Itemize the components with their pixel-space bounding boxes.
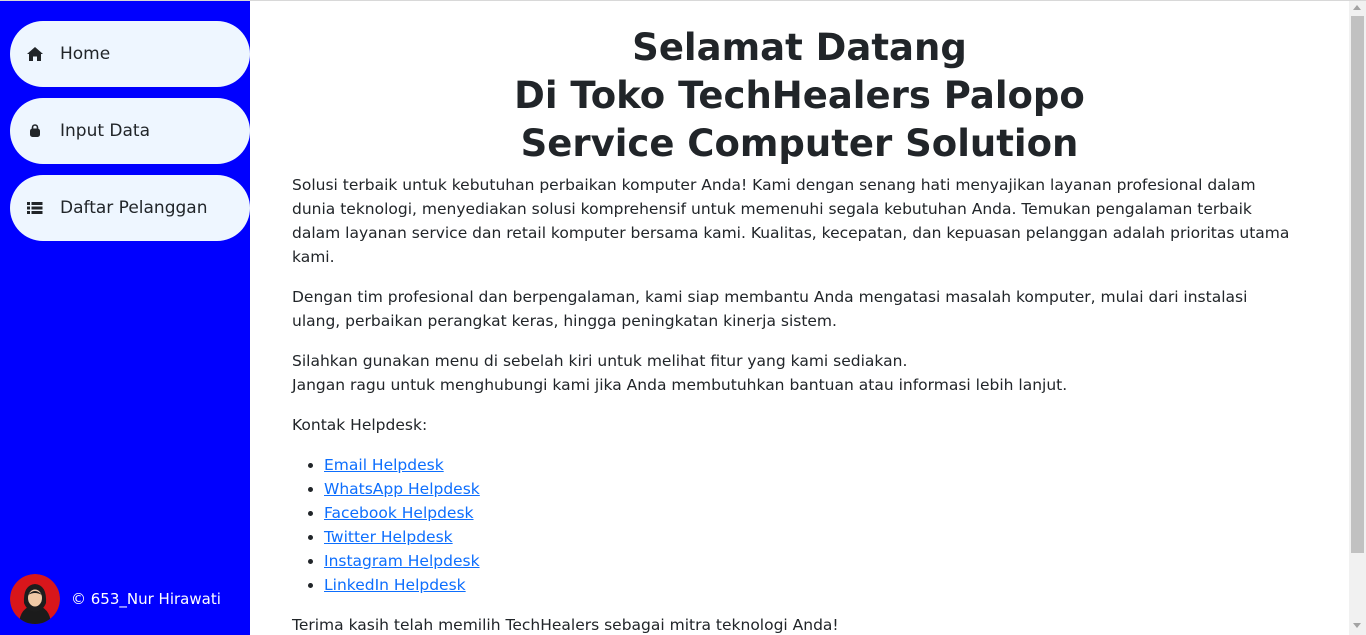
linkedin-helpdesk-link[interactable]: LinkedIn Helpdesk xyxy=(324,576,466,594)
scroll-up-arrow-icon[interactable] xyxy=(1353,5,1361,10)
list-icon xyxy=(26,199,44,217)
twitter-helpdesk-link[interactable]: Twitter Helpdesk xyxy=(324,528,453,546)
instagram-helpdesk-link[interactable]: Instagram Helpdesk xyxy=(324,552,480,570)
content-body: Solusi terbaik untuk kebutuhan perbaikan… xyxy=(292,173,1292,635)
sidebar-item-label: Daftar Pelanggan xyxy=(60,198,208,218)
sidebar-item-label: Input Data xyxy=(60,121,151,141)
facebook-helpdesk-link[interactable]: Facebook Helpdesk xyxy=(324,504,474,522)
scrollbar-thumb[interactable] xyxy=(1351,16,1364,553)
contact-hint-line: Jangan ragu untuk menghubungi kami jika … xyxy=(292,376,1068,394)
helpdesk-heading: Kontak Helpdesk: xyxy=(292,416,428,434)
sidebar-item-label: Home xyxy=(60,44,111,64)
bag-icon xyxy=(26,122,44,140)
menu-hint-line: Silahkan gunakan menu di sebelah kiri un… xyxy=(292,352,908,370)
list-item: LinkedIn Helpdesk xyxy=(324,573,1292,597)
title-line: Di Toko TechHealers Palopo xyxy=(514,74,1085,117)
sidebar-footer: © 653_Nur Hirawati xyxy=(10,574,221,624)
title-line: Selamat Datang xyxy=(632,26,967,69)
vertical-scrollbar[interactable] xyxy=(1349,1,1366,635)
menu-hint-paragraph: Silahkan gunakan menu di sebelah kiri un… xyxy=(292,349,1292,397)
email-helpdesk-link[interactable]: Email Helpdesk xyxy=(324,456,444,474)
scroll-down-arrow-icon[interactable] xyxy=(1353,623,1361,628)
list-item: Twitter Helpdesk xyxy=(324,525,1292,549)
list-item: WhatsApp Helpdesk xyxy=(324,477,1292,501)
page-title: Selamat Datang Di Toko TechHealers Palop… xyxy=(250,24,1349,168)
whatsapp-helpdesk-link[interactable]: WhatsApp Helpdesk xyxy=(324,480,480,498)
list-item: Email Helpdesk xyxy=(324,453,1292,477)
team-paragraph: Dengan tim profesional dan berpengalaman… xyxy=(292,288,1248,330)
main-content: Selamat Datang Di Toko TechHealers Palop… xyxy=(250,1,1349,635)
footer-credit: © 653_Nur Hirawati xyxy=(71,590,221,608)
title-line: Service Computer Solution xyxy=(520,122,1079,165)
sidebar: Home Input Data Daftar Pelanggan © 653_N… xyxy=(0,1,250,635)
sidebar-item-input-data[interactable]: Input Data xyxy=(10,98,250,164)
home-icon xyxy=(26,45,44,63)
closing-paragraph: Terima kasih telah memilih TechHealers s… xyxy=(292,616,839,634)
list-item: Instagram Helpdesk xyxy=(324,549,1292,573)
list-item: Facebook Helpdesk xyxy=(324,501,1292,525)
helpdesk-list: Email Helpdesk WhatsApp Helpdesk Faceboo… xyxy=(292,453,1292,597)
sidebar-item-daftar-pelanggan[interactable]: Daftar Pelanggan xyxy=(10,175,250,241)
intro-paragraph: Solusi terbaik untuk kebutuhan perbaikan… xyxy=(292,176,1290,266)
sidebar-item-home[interactable]: Home xyxy=(10,21,250,87)
avatar xyxy=(10,574,60,624)
